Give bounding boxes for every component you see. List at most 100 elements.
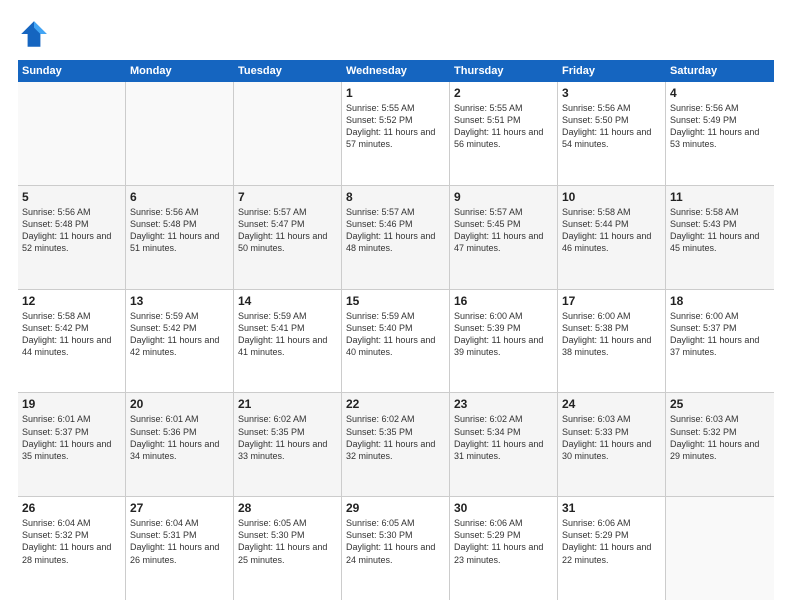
header-day-friday: Friday bbox=[558, 60, 666, 82]
page: SundayMondayTuesdayWednesdayThursdayFrid… bbox=[0, 0, 792, 612]
day-info: Sunrise: 5:55 AMSunset: 5:51 PMDaylight:… bbox=[454, 102, 553, 151]
day-info: Sunrise: 5:58 AM Sunset: 5:44 PM Daylight:… bbox=[562, 206, 661, 255]
sunrise-label: Sunrise: 6:00 AM bbox=[670, 311, 739, 321]
daylight-label: Daylight: 11 hours and 24 minutes. bbox=[346, 542, 435, 564]
calendar-header: SundayMondayTuesdayWednesdayThursdayFrid… bbox=[18, 60, 774, 82]
calendar-week-1: 1Sunrise: 5:55 AMSunset: 5:52 PMDaylight… bbox=[18, 82, 774, 186]
day-number: 19 bbox=[22, 397, 121, 411]
calendar-cell: 6 Sunrise: 5:56 AMSunset: 5:48 PMDaylight… bbox=[126, 186, 234, 289]
day-number: 3 bbox=[562, 86, 661, 100]
sunrise-label: Sunrise: 5:57 AM bbox=[346, 207, 415, 217]
daylight-label: Daylight: 11 hours and 32 minutes. bbox=[346, 439, 435, 461]
daylight-label: Daylight: 11 hours and 48 minutes. bbox=[346, 231, 435, 253]
sunrise-label: Sunrise: 5:56 AM bbox=[562, 103, 631, 113]
header-day-tuesday: Tuesday bbox=[234, 60, 342, 82]
calendar-cell: 18 Sunrise: 6:00 AMSunset: 5:37 PMDayligh… bbox=[666, 290, 774, 393]
daylight-label: Daylight: 11 hours and 40 minutes. bbox=[346, 335, 435, 357]
sunrise-label: Sunrise: 5:58 AM bbox=[562, 207, 631, 217]
day-number: 22 bbox=[346, 397, 445, 411]
calendar-cell: 7Sunrise: 5:57 AMSunset: 5:47 PMDaylight… bbox=[234, 186, 342, 289]
sunset-label: Sunset: 5:45 PM bbox=[454, 219, 521, 229]
daylight-label: Daylight: 11 hours and 30 minutes. bbox=[562, 439, 651, 461]
sunrise-label: Sunrise: 6:06 AM bbox=[454, 518, 523, 528]
sunrise-label: Sunrise: 6:05 AM bbox=[238, 518, 307, 528]
calendar-cell: 14 Sunrise: 5:59 AMSunset: 5:41 PMDayligh… bbox=[234, 290, 342, 393]
day-number: 24 bbox=[562, 397, 661, 411]
day-number: 11 bbox=[670, 190, 770, 204]
day-number: 9 bbox=[454, 190, 553, 204]
daylight-label: Daylight: 11 hours and 38 minutes. bbox=[562, 335, 651, 357]
daylight-label: Daylight: 11 hours and 41 minutes. bbox=[238, 335, 327, 357]
day-number: 16 bbox=[454, 294, 553, 308]
calendar-cell: 15Sunrise: 5:59 AMSunset: 5:40 PMDayligh… bbox=[342, 290, 450, 393]
daylight-label: Daylight: 11 hours and 33 minutes. bbox=[238, 439, 327, 461]
sunrise-label: Sunrise: 6:01 AM bbox=[22, 414, 91, 424]
calendar-cell: 3 Sunrise: 5:56 AMSunset: 5:50 PMDaylight… bbox=[558, 82, 666, 185]
day-number: 2 bbox=[454, 86, 553, 100]
sunset-label: Sunset: 5:30 PM bbox=[238, 530, 305, 540]
day-number: 10 bbox=[562, 190, 661, 204]
day-number: 14 bbox=[238, 294, 337, 308]
calendar-body: 1Sunrise: 5:55 AMSunset: 5:52 PMDaylight… bbox=[18, 82, 774, 600]
day-info: Sunrise: 6:06 AMSunset: 5:29 PMDaylight:… bbox=[562, 517, 661, 566]
sunset-label: Sunset: 5:32 PM bbox=[670, 427, 737, 437]
day-info: Sunrise: 5:59 AMSunset: 5:42 PMDaylight:… bbox=[130, 310, 229, 359]
daylight-label: Daylight: 11 hours and 22 minutes. bbox=[562, 542, 651, 564]
daylight-label: Daylight: 11 hours and 31 minutes. bbox=[454, 439, 543, 461]
day-info: Sunrise: 5:57 AM Sunset: 5:46 PM Daylight:… bbox=[346, 206, 445, 255]
daylight-label: Daylight: 11 hours and 46 minutes. bbox=[562, 231, 651, 253]
sunrise-label: Sunrise: 6:00 AM bbox=[454, 311, 523, 321]
day-number: 6 bbox=[130, 190, 229, 204]
header-day-saturday: Saturday bbox=[666, 60, 774, 82]
calendar-week-4: 19Sunrise: 6:01 AMSunset: 5:37 PMDayligh… bbox=[18, 393, 774, 497]
sunset-label: Sunset: 5:39 PM bbox=[454, 323, 521, 333]
sunset-label: Sunset: 5:46 PM bbox=[346, 219, 413, 229]
day-info: Sunrise: 5:56 AMSunset: 5:48 PMDaylight:… bbox=[130, 206, 229, 255]
calendar-cell: 29Sunrise: 6:05 AMSunset: 5:30 PMDayligh… bbox=[342, 497, 450, 600]
daylight-label: Daylight: 11 hours and 35 minutes. bbox=[22, 439, 111, 461]
calendar-week-5: 26 Sunrise: 6:04 AM Sunset: 5:32 PM Dayligh… bbox=[18, 497, 774, 600]
day-number: 23 bbox=[454, 397, 553, 411]
day-info: Sunrise: 6:00 AMSunset: 5:37 PMDaylight:… bbox=[670, 310, 770, 359]
calendar-cell: 5 Sunrise: 5:56 AMSunset: 5:48 PMDaylight… bbox=[18, 186, 126, 289]
day-info: Sunrise: 5:56 AMSunset: 5:50 PMDaylight:… bbox=[562, 102, 661, 151]
sunset-label: Sunset: 5:35 PM bbox=[238, 427, 305, 437]
sunset-label: Sunset: 5:30 PM bbox=[346, 530, 413, 540]
sunrise-label: Sunrise: 5:55 AM bbox=[346, 103, 415, 113]
day-number: 1 bbox=[346, 86, 445, 100]
calendar-cell: 24Sunrise: 6:03 AMSunset: 5:33 PMDayligh… bbox=[558, 393, 666, 496]
day-number: 5 bbox=[22, 190, 121, 204]
day-number: 27 bbox=[130, 501, 229, 515]
day-number: 26 bbox=[22, 501, 121, 515]
daylight-label: Daylight: 11 hours and 23 minutes. bbox=[454, 542, 543, 564]
sunrise-label: Sunrise: 6:05 AM bbox=[346, 518, 415, 528]
calendar-cell: 27Sunrise: 6:04 AMSunset: 5:31 PMDayligh… bbox=[126, 497, 234, 600]
sunrise-label: Sunrise: 6:06 AM bbox=[562, 518, 631, 528]
sunrise-label: Sunrise: 6:02 AM bbox=[238, 414, 307, 424]
logo-icon bbox=[18, 18, 50, 50]
calendar-cell: 25Sunrise: 6:03 AMSunset: 5:32 PMDayligh… bbox=[666, 393, 774, 496]
sunrise-label: Sunrise: 6:04 AM bbox=[22, 518, 91, 528]
daylight-label: Daylight: 11 hours and 56 minutes. bbox=[454, 127, 543, 149]
sunset-label: Sunset: 5:38 PM bbox=[562, 323, 629, 333]
day-info: Sunrise: 6:01 AMSunset: 5:36 PMDaylight:… bbox=[130, 413, 229, 462]
daylight-label: Daylight: 11 hours and 47 minutes. bbox=[454, 231, 543, 253]
header-day-monday: Monday bbox=[126, 60, 234, 82]
day-info: Sunrise: 5:56 AMSunset: 5:48 PMDaylight:… bbox=[22, 206, 121, 255]
calendar-cell: 10 Sunrise: 5:58 AM Sunset: 5:44 PM Dayligh… bbox=[558, 186, 666, 289]
day-number: 18 bbox=[670, 294, 770, 308]
sunset-label: Sunset: 5:41 PM bbox=[238, 323, 305, 333]
sunrise-label: Sunrise: 5:59 AM bbox=[346, 311, 415, 321]
day-number: 31 bbox=[562, 501, 661, 515]
calendar-cell bbox=[234, 82, 342, 185]
day-info: Sunrise: 5:59 AMSunset: 5:41 PMDaylight:… bbox=[238, 310, 337, 359]
day-number: 4 bbox=[670, 86, 770, 100]
daylight-label: Daylight: 11 hours and 39 minutes. bbox=[454, 335, 543, 357]
day-info: Sunrise: 5:58 AMSunset: 5:43 PMDaylight:… bbox=[670, 206, 770, 255]
sunset-label: Sunset: 5:44 PM bbox=[562, 219, 629, 229]
day-info: Sunrise: 6:03 AMSunset: 5:32 PMDaylight:… bbox=[670, 413, 770, 462]
sunset-label: Sunset: 5:42 PM bbox=[22, 323, 89, 333]
day-info: Sunrise: 6:00 AMSunset: 5:38 PMDaylight:… bbox=[562, 310, 661, 359]
sunset-label: Sunset: 5:32 PM bbox=[22, 530, 89, 540]
calendar-cell: 31 Sunrise: 6:06 AMSunset: 5:29 PMDayligh… bbox=[558, 497, 666, 600]
